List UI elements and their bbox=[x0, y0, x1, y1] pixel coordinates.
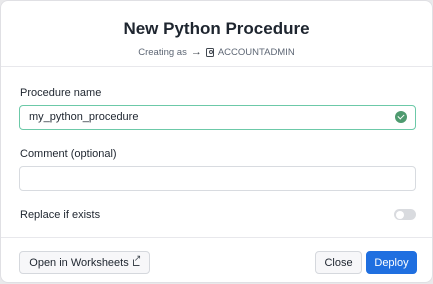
creating-as-label: Creating as bbox=[138, 47, 187, 58]
procedure-name-value: my_python_procedure bbox=[29, 111, 139, 123]
deploy-label: Deploy bbox=[374, 256, 409, 269]
open-in-worksheets-label: Open in Worksheets bbox=[29, 256, 129, 269]
deploy-button[interactable]: Deploy bbox=[366, 251, 417, 274]
comment-input[interactable] bbox=[19, 166, 416, 191]
procedure-name-label: Procedure name bbox=[20, 87, 102, 99]
replace-if-exists-label: Replace if exists bbox=[20, 209, 101, 221]
role-icon bbox=[205, 48, 214, 57]
toggle-knob bbox=[396, 210, 404, 219]
open-in-worksheets-button[interactable]: Open in Worksheets bbox=[19, 251, 150, 274]
creating-as-line: Creating as → ACCOUNTADMIN bbox=[1, 46, 432, 59]
comment-label: Comment (optional) bbox=[20, 148, 117, 160]
role-name: ACCOUNTADMIN bbox=[217, 47, 295, 58]
external-link-icon bbox=[132, 253, 141, 266]
dialog-title: New Python Procedure bbox=[123, 19, 310, 38]
new-procedure-dialog: New Python Procedure Creating as → ACCOU… bbox=[0, 0, 433, 283]
arrow-right-icon: → bbox=[190, 46, 202, 58]
replace-if-exists-toggle[interactable] bbox=[394, 209, 416, 220]
check-circle-icon bbox=[395, 111, 407, 123]
dialog-footer: Open in Worksheets Close Deploy bbox=[1, 237, 432, 284]
procedure-name-input[interactable]: my_python_procedure bbox=[19, 105, 416, 130]
close-button[interactable]: Close bbox=[315, 251, 362, 274]
close-label: Close bbox=[324, 256, 353, 269]
dialog-header: New Python Procedure Creating as → ACCOU… bbox=[1, 1, 432, 67]
